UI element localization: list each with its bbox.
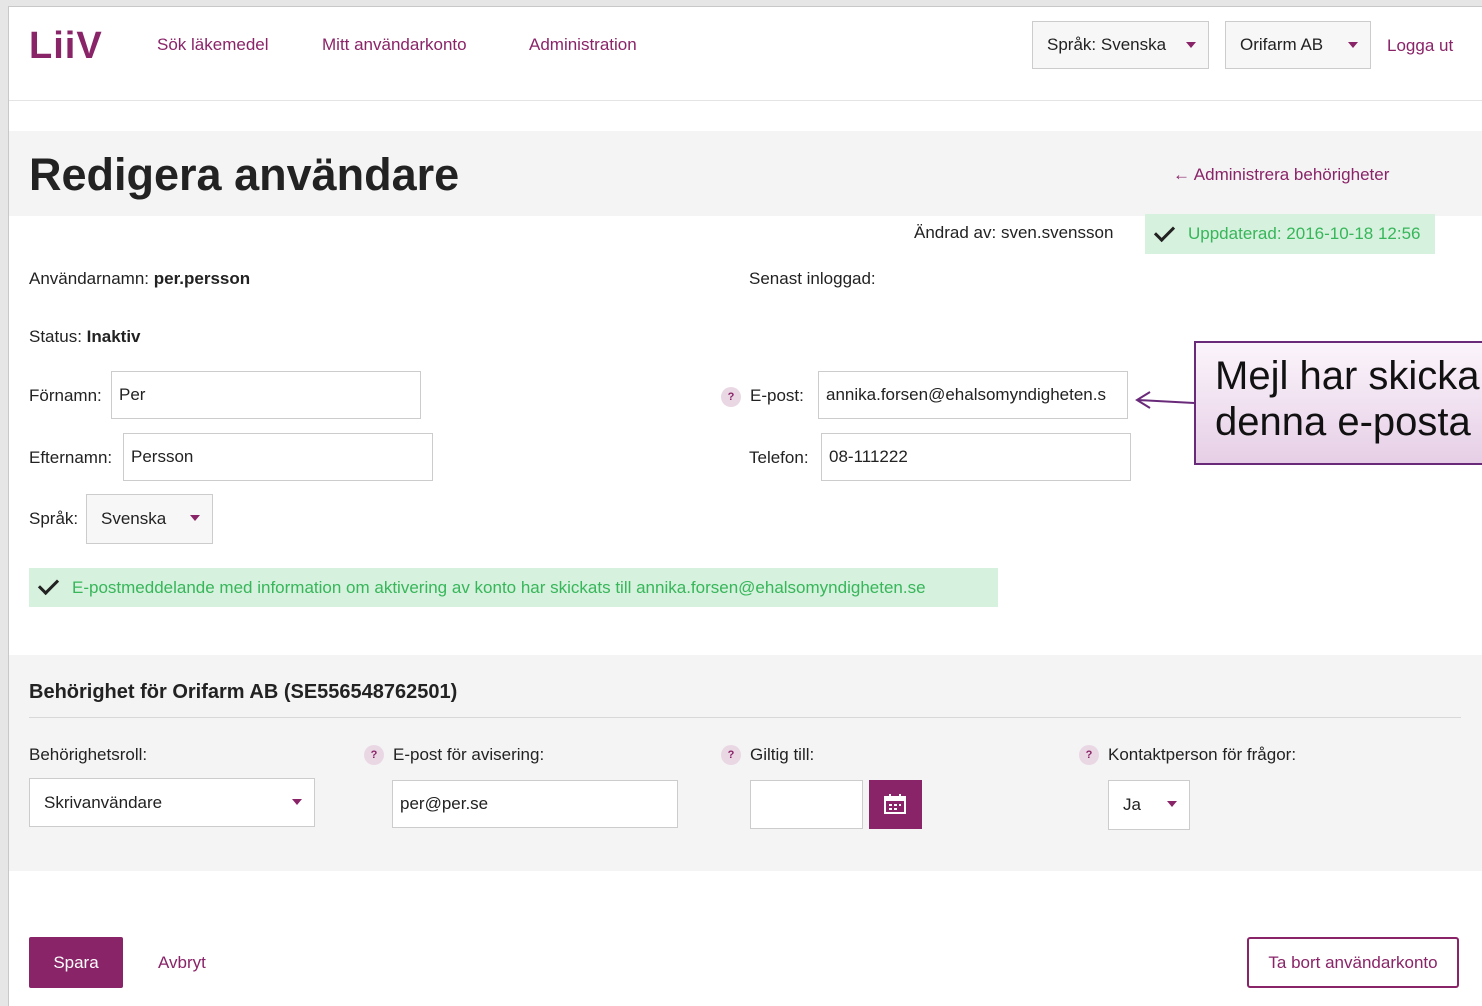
contact-select[interactable]: Ja (1108, 780, 1190, 830)
valid-until-label: Giltig till: (750, 745, 815, 764)
caret-down-icon (190, 515, 200, 521)
changed-by-text: Ändrad av: sven.svensson (914, 223, 1114, 242)
caret-down-icon (1348, 42, 1358, 48)
callout-line-1: Mejl har skicka (1215, 354, 1480, 398)
phone-label: Telefon: (749, 448, 809, 467)
status-label: Status: (29, 327, 82, 346)
language-dropdown[interactable]: Språk: Svenska (1032, 21, 1209, 69)
nav-search-medicines[interactable]: Sök läkemedel (157, 35, 269, 55)
role-label: Behörighetsroll: (29, 745, 148, 764)
notify-email-input[interactable] (392, 780, 678, 828)
status-value: Inaktiv (86, 327, 141, 346)
contact-help-icon[interactable]: ? (1079, 745, 1099, 765)
user-language-select[interactable]: Svenska (86, 494, 213, 544)
email-sent-message: E-postmeddelande med information om akti… (72, 577, 926, 597)
nav-my-account[interactable]: Mitt användarkonto (322, 35, 467, 55)
valid-until-help-icon[interactable]: ? (721, 745, 741, 765)
last-login-label: Senast inloggad: (749, 269, 876, 288)
calendar-button[interactable] (869, 780, 922, 829)
role-select[interactable]: Skrivanvändare (29, 778, 315, 827)
contact-label: Kontaktperson för frågor: (1108, 745, 1297, 764)
email-label: E-post: (750, 386, 804, 405)
app-window: LiiV Sök läkemedel Mitt användarkonto Ad… (8, 6, 1482, 1006)
firstname-input[interactable] (111, 371, 421, 419)
logout-link[interactable]: Logga ut (1387, 36, 1453, 56)
save-button[interactable]: Spara (29, 937, 123, 988)
updated-text: Uppdaterad: 2016-10-18 12:56 (1188, 224, 1421, 243)
language-label: Språk: (29, 509, 79, 528)
organization-dropdown[interactable]: Orifarm AB (1225, 21, 1371, 69)
updated-badge: Uppdaterad: 2016-10-18 12:56 (1145, 214, 1435, 254)
email-input[interactable] (818, 371, 1128, 419)
cancel-link[interactable]: Avbryt (158, 953, 206, 973)
lastname-label: Efternamn: (29, 448, 113, 467)
valid-until-input[interactable] (750, 780, 863, 829)
callout-line-2: denna e-posta (1215, 400, 1471, 444)
firstname-label: Förnamn: (29, 386, 102, 405)
caret-down-icon (1167, 801, 1177, 807)
organization-dropdown-label: Orifarm AB (1240, 35, 1324, 54)
user-language-value: Svenska (101, 509, 167, 528)
contact-value: Ja (1123, 795, 1141, 814)
header-divider (9, 100, 1482, 101)
annotation-callout: Mejl har skicka denna e-posta (1194, 341, 1482, 465)
page-title: Redigera användare (29, 149, 460, 200)
section-divider (29, 717, 1461, 718)
nav-administration[interactable]: Administration (529, 35, 637, 55)
phone-input[interactable] (821, 433, 1131, 481)
caret-down-icon (1186, 42, 1196, 48)
permissions-title: Behörighet för Orifarm AB (SE55654876250… (29, 681, 458, 703)
delete-account-button[interactable]: Ta bort användarkonto (1247, 937, 1459, 988)
notify-email-help-icon[interactable]: ? (364, 745, 384, 765)
username-row: Användarnamn: per.persson (29, 269, 250, 289)
status-row: Status: Inaktiv (29, 327, 141, 347)
checkmark-icon (37, 573, 60, 596)
email-sent-banner: E-postmeddelande med information om akti… (29, 568, 998, 607)
checkmark-icon (1153, 220, 1176, 242)
manage-permissions-link[interactable]: ← Administrera behörigheter (1173, 165, 1389, 185)
email-help-icon[interactable]: ? (721, 387, 741, 407)
role-value: Skrivanvändare (44, 792, 163, 812)
username-value: per.persson (153, 269, 251, 288)
callout-arrow-icon (1135, 391, 1195, 409)
caret-down-icon (292, 799, 302, 805)
language-dropdown-label: Språk: Svenska (1047, 35, 1167, 54)
username-label: Användarnamn: (29, 269, 150, 288)
lastname-input[interactable] (123, 433, 433, 481)
liiv-logo[interactable]: LiiV (29, 25, 103, 68)
notify-email-label: E-post för avisering: (393, 745, 545, 764)
calendar-icon (884, 794, 906, 814)
